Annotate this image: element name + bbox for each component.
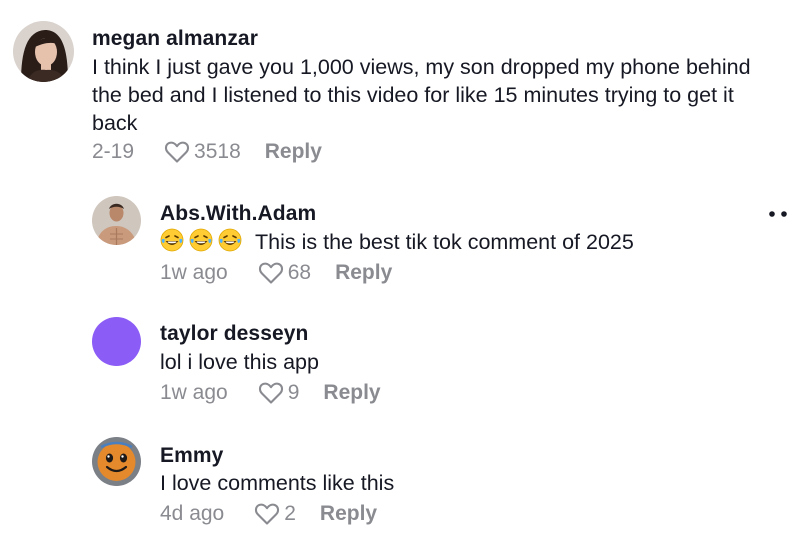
reply-meta: 1w ago 68 Reply (160, 261, 392, 285)
avatar[interactable] (92, 317, 141, 366)
avatar[interactable] (13, 21, 74, 82)
like-count: 9 (287, 381, 300, 404)
reply-date: 4d ago (160, 502, 225, 525)
heart-outline-icon (164, 141, 190, 163)
reply-date: 1w ago (160, 381, 228, 404)
reply-text: This is the best tik tok comment of 2025 (160, 228, 760, 256)
heart-outline-icon (258, 262, 283, 284)
comment-author[interactable]: megan almanzar (92, 27, 258, 51)
reply-button[interactable]: Reply (320, 502, 377, 526)
like-button[interactable]: 2 (254, 502, 296, 526)
comment-text: I think I just gave you 1,000 views, my … (92, 55, 751, 135)
reply-text: I love comments like this (160, 471, 395, 495)
reply-author[interactable]: taylor desseyn (160, 322, 308, 346)
reply-button[interactable]: Reply (323, 381, 380, 405)
more-options-button[interactable] (766, 204, 790, 224)
laughing-crying-emoji-icon (189, 228, 213, 252)
more-dots-icon (769, 211, 787, 217)
reply-author[interactable]: Abs.With.Adam (160, 202, 316, 226)
emoji-group (160, 228, 247, 252)
laughing-crying-emoji-icon (218, 228, 242, 252)
reply-author[interactable]: Emmy (160, 444, 223, 468)
reply-button[interactable]: Reply (335, 261, 392, 285)
like-count: 3518 (194, 140, 241, 163)
laughing-crying-emoji-icon (160, 228, 184, 252)
reply-meta: 1w ago 9 Reply (160, 381, 381, 405)
like-count: 2 (284, 502, 296, 525)
comment-meta: 2-19 3518 Reply (92, 140, 322, 164)
comment-date: 2-19 (92, 140, 135, 163)
reply-meta: 4d ago 2 Reply (160, 502, 377, 526)
heart-outline-icon (255, 503, 280, 525)
like-button[interactable]: 68 (258, 261, 311, 285)
avatar[interactable] (92, 196, 141, 245)
reply-button[interactable]: Reply (265, 140, 322, 164)
reply-text-content: This is the best tik tok comment of 2025 (255, 230, 634, 254)
like-count: 68 (287, 261, 312, 284)
like-button[interactable]: 9 (258, 381, 300, 405)
like-button[interactable]: 3518 (164, 140, 241, 164)
heart-outline-icon (258, 382, 283, 404)
reply-text: lol i love this app (160, 350, 319, 374)
avatar[interactable] (92, 437, 141, 486)
reply-date: 1w ago (160, 261, 228, 284)
